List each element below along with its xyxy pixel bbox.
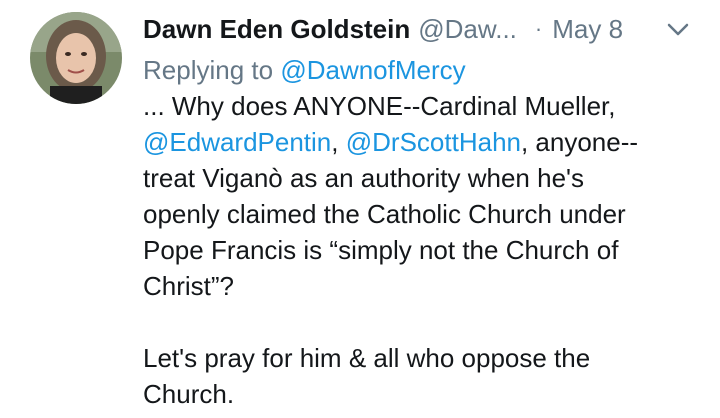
tweet-header: Dawn Eden Goldstein @Daw... · May 8 bbox=[143, 10, 703, 48]
tweet-date[interactable]: May 8 bbox=[552, 10, 623, 48]
tweet-content: Dawn Eden Goldstein @Daw... · May 8 Repl… bbox=[143, 10, 703, 412]
tweet-line-1: ... Why does ANYONE--Cardinal Mueller, bbox=[143, 91, 616, 121]
reply-mention-link[interactable]: @DawnofMercy bbox=[280, 55, 465, 85]
tweet-line-2-rest: , anyone-- bbox=[520, 127, 639, 157]
mention-link-edwardpentin[interactable]: @EdwardPentin bbox=[143, 127, 331, 157]
reply-prefix: Replying to bbox=[143, 55, 274, 85]
tweet[interactable]: Dawn Eden Goldstein @Daw... · May 8 Repl… bbox=[0, 0, 720, 418]
avatar[interactable] bbox=[30, 12, 122, 104]
chevron-down-icon[interactable] bbox=[667, 22, 689, 38]
tweet-line-3: treat Viganò as an authority when he's bbox=[143, 163, 584, 193]
tweet-line-7: Let's pray for him & all who oppose the bbox=[143, 343, 591, 373]
tweet-line-2: @EdwardPentin, @DrScottHahn, anyone-- bbox=[143, 124, 703, 160]
avatar-photo bbox=[30, 12, 122, 104]
tweet-line-4: openly claimed the Catholic Church under bbox=[143, 199, 626, 229]
tweet-line-5: Pope Francis is “simply not the Church o… bbox=[143, 235, 619, 265]
tweet-text: ... Why does ANYONE--Cardinal Mueller, @… bbox=[143, 88, 703, 412]
author-handle[interactable]: @Daw... bbox=[418, 10, 517, 48]
comma-text: , bbox=[331, 127, 339, 157]
reply-context: Replying to @DawnofMercy bbox=[143, 52, 703, 88]
tweet-line-8: Church. bbox=[143, 379, 235, 409]
separator-dot: · bbox=[534, 16, 543, 41]
tweet-line-6: Christ”? bbox=[143, 271, 235, 301]
author-name[interactable]: Dawn Eden Goldstein bbox=[143, 10, 410, 48]
mention-link-drscotthahn[interactable]: @DrScottHahn bbox=[346, 127, 521, 157]
